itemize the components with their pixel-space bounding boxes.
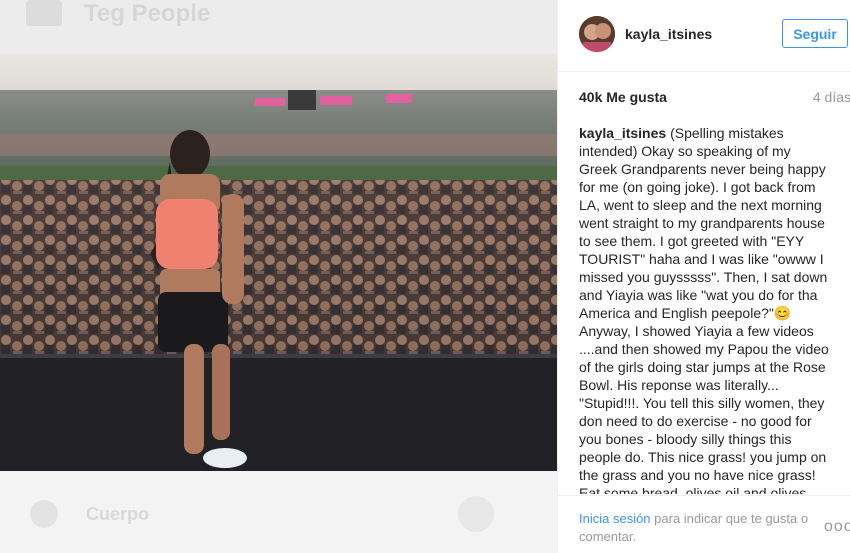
caption: kayla_itsines (Spelling mistakes intende…: [579, 124, 832, 494]
caption-username[interactable]: kayla_itsines: [579, 125, 670, 141]
follow-button[interactable]: Seguir: [782, 19, 848, 48]
likes-row: 40k Me gusta 4 días: [579, 89, 850, 107]
post-header: kayla_itsines Seguir: [558, 0, 850, 72]
more-options-icon[interactable]: ooo: [824, 518, 850, 536]
background-logo-icon: [26, 0, 62, 26]
stadium-crowd-image: [0, 54, 557, 471]
background-circle-icon: [458, 496, 494, 532]
avatar[interactable]: [579, 16, 615, 52]
avatar-image: [579, 16, 615, 52]
post-time[interactable]: 4 días: [813, 89, 850, 105]
background-title: Teg People: [84, 0, 211, 27]
caption-text: (Spelling mistakes intended) Okay so spe…: [579, 125, 829, 494]
username[interactable]: kayla_itsines: [625, 26, 712, 42]
post-footer: Inicia sesión para indicar que te gusta …: [558, 495, 850, 553]
background-user-icon: [30, 500, 58, 528]
post-sidebar: kayla_itsines Seguir 40k Me gusta 4 días…: [557, 0, 850, 553]
background-header: Teg People: [0, 0, 557, 54]
login-link[interactable]: Inicia sesión: [579, 511, 651, 526]
footer-text: Inicia sesión para indicar que te gusta …: [579, 510, 819, 546]
likes-count[interactable]: 40k Me gusta: [579, 89, 667, 105]
background-bottom-label: Cuerpo: [86, 504, 149, 524]
post-photo: [0, 54, 557, 471]
